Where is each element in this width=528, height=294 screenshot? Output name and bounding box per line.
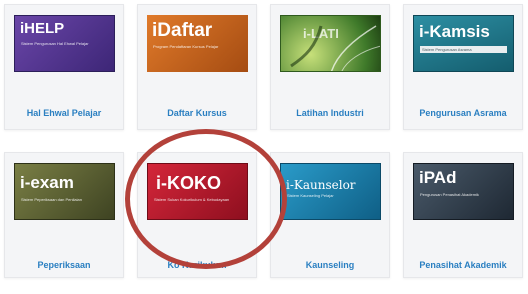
tile-daftar-kursus[interactable]: iDaftar Program Pendaftaran Kursus Pelaj… (137, 4, 257, 130)
i-koko-banner: i-KOKO Sistem Sukan Kokurikulum & Kebuda… (147, 163, 248, 220)
tile-peperiksaan[interactable]: i-exam Sistem Peperiksaan dan Penilaian … (4, 152, 124, 278)
banner-title: iPAd (419, 168, 457, 187)
tile-label: Peperiksaan (37, 260, 91, 270)
banner-title: i-exam (20, 173, 74, 192)
leaf-pattern-icon (290, 25, 380, 71)
tile-label: Daftar Kursus (167, 108, 227, 118)
tile-label: Latihan Industri (296, 108, 364, 118)
tile-label: Penasihat Akademik (419, 260, 507, 270)
banner-subtitle: Sistem Peperiksaan dan Penilaian (21, 197, 82, 202)
tile-label: Ko Kurikulum (167, 260, 227, 270)
tile-latihan-industri[interactable]: i-LATI Latihan Industri (270, 4, 390, 130)
banner-title: i-Kamsis (419, 22, 490, 41)
i-lati-banner: i-LATI (280, 15, 381, 72)
tile-pengurusan-asrama[interactable]: i-Kamsis Sistem Pengurusan Asrama Pengur… (403, 4, 523, 130)
ihelp-banner: iHELP Sistem Pengurusan Hal Ehwal Pelaja… (14, 15, 115, 72)
ipad-banner: iPAd Pengurusan Penasihat Akademik (413, 163, 514, 220)
i-kamsis-banner: i-Kamsis Sistem Pengurusan Asrama (413, 15, 514, 72)
tile-label: Kaunseling (305, 260, 355, 270)
tile-ko-kurikulum[interactable]: i-KOKO Sistem Sukan Kokurikulum & Kebuda… (137, 152, 257, 278)
banner-subtitle: Program Pendaftaran Kursus Pelajar (153, 44, 219, 49)
i-kaunselor-banner: i-Kaunselor Sistem Kaunseling Pelajar (280, 163, 381, 220)
tile-label: Pengurusan Asrama (419, 108, 507, 118)
banner-subtitle: Sistem Pengurusan Hal Ehwal Pelajar (21, 41, 89, 46)
tile-label: Hal Ehwal Pelajar (26, 108, 102, 118)
banner-title: iDaftar (152, 20, 213, 41)
banner-title: i-KOKO (156, 173, 221, 193)
tile-kaunseling[interactable]: i-Kaunselor Sistem Kaunseling Pelajar Ka… (270, 152, 390, 278)
banner-title: iHELP (20, 20, 65, 37)
banner-subtitle: Sistem Kaunseling Pelajar (287, 193, 334, 198)
banner-title: i-Kaunselor (286, 178, 356, 192)
tile-penasihat-akademik[interactable]: iPAd Pengurusan Penasihat Akademik Penas… (403, 152, 523, 278)
idaftar-banner: iDaftar Program Pendaftaran Kursus Pelaj… (147, 15, 248, 72)
banner-subtitle: Sistem Pengurusan Asrama (420, 46, 507, 53)
i-exam-banner: i-exam Sistem Peperiksaan dan Penilaian (14, 163, 115, 220)
tile-hal-ehwal-pelajar[interactable]: iHELP Sistem Pengurusan Hal Ehwal Pelaja… (4, 4, 124, 130)
banner-subtitle: Pengurusan Penasihat Akademik (420, 192, 479, 197)
banner-subtitle: Sistem Sukan Kokurikulum & Kebudayaan (154, 197, 230, 202)
